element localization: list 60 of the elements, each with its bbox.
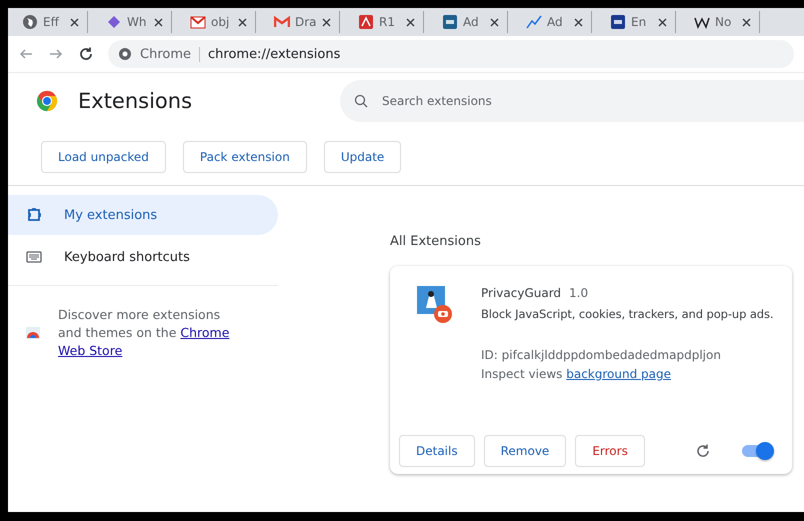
tab-favicon-icon	[358, 14, 374, 30]
tab-favicon-icon	[610, 14, 626, 30]
tab-favicon-icon	[106, 14, 122, 30]
browser-tab[interactable]: R1	[354, 11, 424, 33]
tab-favicon-icon	[442, 14, 458, 30]
card-button[interactable]: Errors	[575, 435, 645, 467]
close-icon[interactable]	[658, 18, 667, 26]
section-title: All Extensions	[390, 234, 482, 249]
browser-tab[interactable]: No	[690, 11, 760, 33]
extension-description: Block JavaScript, cookies, trackers, and pop-up ads.	[481, 306, 774, 323]
search-field[interactable]: Search extensions	[340, 80, 804, 122]
sidebar-item[interactable]: My extensions	[8, 195, 278, 235]
close-icon[interactable]	[406, 18, 415, 26]
chrome-logo-icon	[36, 90, 58, 112]
tab-favicon-icon	[190, 14, 206, 30]
extension-name: PrivacyGuard	[481, 286, 562, 300]
card-button[interactable]: Details	[399, 435, 475, 467]
extension-version: 1.0	[569, 286, 588, 300]
search-field[interactable]: Search extensions	[380, 79, 790, 123]
close-icon[interactable]	[574, 18, 583, 26]
discover-text: Discover more extensions and themes on the Chrome Web Store	[58, 306, 230, 360]
web-store-icon	[26, 327, 40, 339]
web-store-link[interactable]: Chrome	[180, 325, 230, 340]
address-bar[interactable]: Chrome chrome://extensions	[108, 40, 794, 68]
tab-favicon-icon	[526, 14, 542, 30]
extension-logo-icon	[417, 286, 453, 324]
browser-tab[interactable]: Eff	[18, 11, 88, 33]
card-button[interactable]: Remove	[484, 435, 566, 467]
inspect-label: Inspect views	[481, 367, 564, 381]
enable-toggle[interactable]	[742, 445, 772, 457]
toolbar-button[interactable]: Load unpacked	[41, 141, 166, 173]
extension-id: ID: pifcalkjlddppdombedadedmapdpljon	[481, 347, 722, 364]
chrome-icon	[118, 47, 132, 61]
puzzle-icon	[26, 207, 42, 223]
browser-tab[interactable]: En	[606, 11, 676, 33]
close-icon[interactable]	[742, 18, 751, 26]
browser-tab[interactable]: Dra	[270, 11, 340, 33]
browser-tab[interactable]: Ad	[438, 11, 508, 33]
keyboard-icon	[26, 251, 42, 263]
reload-icon[interactable]	[695, 443, 711, 459]
search-icon	[354, 94, 368, 108]
close-icon[interactable]	[490, 18, 499, 26]
close-icon[interactable]	[154, 18, 163, 26]
page-title: Extensions	[78, 89, 194, 113]
tab-favicon-icon	[274, 14, 290, 30]
toolbar-button[interactable]: Update	[324, 141, 402, 173]
close-icon[interactable]	[70, 18, 79, 26]
browser-tab[interactable]: obj	[186, 11, 256, 33]
close-icon[interactable]	[238, 18, 247, 26]
close-icon[interactable]	[322, 18, 331, 26]
web-store-link[interactable]: Web Store	[58, 343, 122, 358]
sidebar-item[interactable]: Keyboard shortcuts	[8, 237, 278, 277]
site-label: Chrome	[140, 46, 200, 62]
toolbar-button[interactable]: Pack extension	[182, 141, 307, 173]
background-page-link[interactable]: background page	[566, 367, 671, 381]
browser-tab[interactable]: Ad	[522, 11, 592, 33]
reload-icon[interactable]	[78, 46, 94, 62]
browser-tab[interactable]: Wh	[102, 11, 172, 33]
url-text: chrome://extensions	[208, 46, 340, 62]
tab-favicon-icon	[22, 14, 38, 30]
